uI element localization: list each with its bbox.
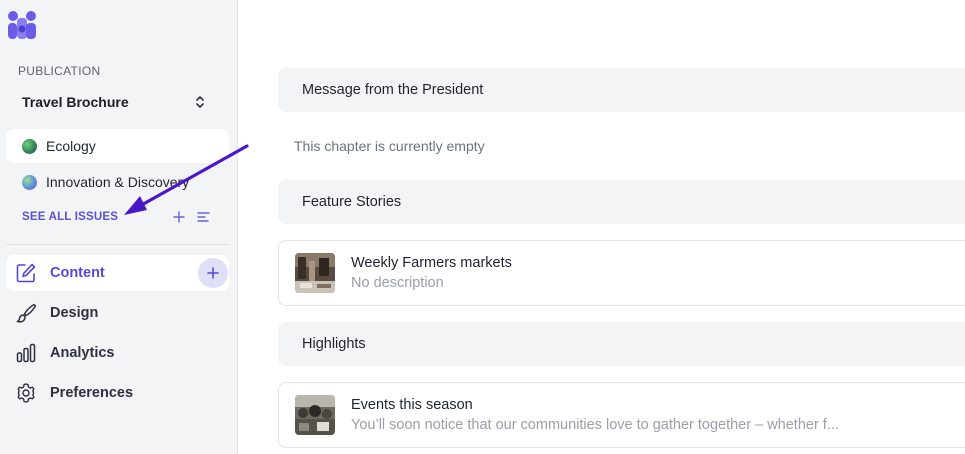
story-thumbnail — [295, 253, 335, 293]
globe-icon — [22, 174, 37, 190]
issue-item-innovation[interactable]: Innovation & Discovery — [6, 165, 229, 199]
bar-chart-icon — [14, 341, 38, 365]
nav-label: Analytics — [50, 345, 115, 361]
story-description: No description — [351, 275, 444, 291]
chapter-title: Highlights — [302, 336, 366, 352]
issue-label: Innovation & Discovery — [46, 174, 190, 190]
see-all-issues-link[interactable]: SEE ALL ISSUES — [22, 211, 118, 223]
nav-item-preferences[interactable]: Preferences — [6, 375, 229, 411]
chapter-header[interactable]: Message from the President — [278, 68, 965, 112]
nav-item-analytics[interactable]: Analytics — [6, 335, 229, 371]
list-icon — [196, 212, 210, 222]
globe-icon — [22, 138, 37, 154]
add-issue-button[interactable] — [170, 208, 188, 226]
brush-icon — [14, 301, 38, 325]
edit-icon — [14, 261, 38, 285]
sidebar: PUBLICATION Travel Brochure Ecology Inno… — [0, 0, 238, 454]
chevron-up-down-icon — [196, 96, 204, 108]
chapter-header[interactable]: Feature Stories — [278, 180, 965, 224]
plus-icon — [173, 211, 185, 223]
publication-name: Travel Brochure — [22, 94, 129, 110]
publication-caption: PUBLICATION — [18, 64, 101, 78]
content-area: Message from the President This chapter … — [239, 0, 965, 454]
nav-item-content[interactable]: Content — [6, 255, 229, 291]
plus-icon — [207, 267, 219, 279]
issue-item-ecology[interactable]: Ecology — [6, 129, 229, 163]
sidebar-divider — [6, 244, 229, 245]
issue-label: Ecology — [46, 138, 96, 154]
story-card[interactable]: Events this season You’ll soon notice th… — [278, 382, 965, 448]
reorder-issues-button[interactable] — [194, 208, 212, 226]
empty-chapter-note: This chapter is currently empty — [294, 138, 485, 154]
nav-label: Preferences — [50, 385, 134, 401]
add-content-button[interactable] — [198, 258, 228, 288]
nav-item-design[interactable]: Design — [6, 295, 229, 331]
story-card[interactable]: Weekly Farmers markets No description — [278, 240, 965, 306]
gear-icon — [14, 381, 38, 405]
chapter-header[interactable]: Highlights — [278, 322, 965, 366]
chapter-title: Feature Stories — [302, 194, 402, 210]
story-title: Weekly Farmers markets — [351, 255, 512, 271]
app-logo-icon[interactable] — [6, 9, 38, 41]
story-description: You’ll soon notice that our communities … — [351, 417, 839, 433]
nav-label: Content — [50, 265, 105, 281]
nav-label: Design — [50, 305, 99, 321]
story-title: Events this season — [351, 397, 473, 413]
publication-select[interactable]: Travel Brochure — [10, 88, 214, 116]
story-thumbnail — [295, 395, 335, 435]
chapter-title: Message from the President — [302, 82, 484, 98]
